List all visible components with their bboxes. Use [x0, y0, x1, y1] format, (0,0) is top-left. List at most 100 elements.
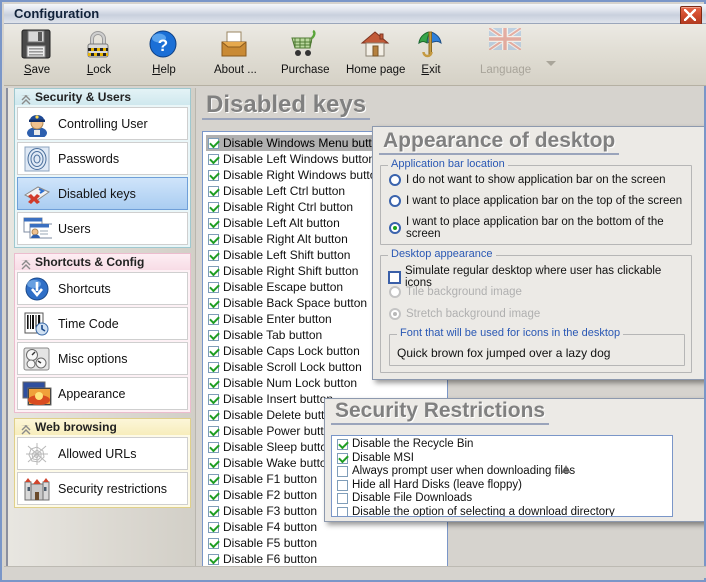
sidebar-item-label: Time Code	[58, 317, 119, 331]
app-bar-location-option-1[interactable]: I do not want to show application bar on…	[389, 174, 687, 186]
checkbox-box[interactable]	[208, 170, 219, 181]
checkbox-row[interactable]: Hide all Hard Disks (leave floppy)	[335, 479, 672, 493]
radio-button[interactable]	[389, 174, 401, 186]
card-box-icon	[218, 28, 252, 62]
checkbox-row[interactable]: Disable MSI	[335, 452, 672, 466]
checkbox-box[interactable]	[208, 154, 219, 165]
sidebar-item-controlling-user[interactable]: Controlling User	[17, 107, 188, 140]
sidebar-group-spacer	[8, 508, 195, 513]
checkbox-box[interactable]	[337, 439, 348, 450]
checkbox-box[interactable]	[337, 480, 348, 491]
castle-icon	[22, 476, 52, 502]
checkbox-box[interactable]	[208, 218, 219, 229]
checkbox-box[interactable]	[208, 490, 219, 501]
checkbox-label: Disable the option of selecting a downlo…	[352, 506, 615, 518]
checkbox-box[interactable]	[208, 330, 219, 341]
checkbox-row[interactable]: Always prompt user when downloading file…	[335, 465, 672, 479]
checkbox-label: Disable Right Windows button	[223, 167, 383, 183]
checkbox-box[interactable]	[208, 362, 219, 373]
umbrella-icon	[414, 28, 448, 62]
fingerprint-icon	[22, 146, 52, 172]
chevron-up-icon	[21, 423, 30, 432]
toolbar-button-exit[interactable]: Exit	[414, 27, 448, 83]
icon-font-sample: Quick brown fox jumped over a lazy dog	[395, 345, 612, 361]
radio-label: I do not want to show application bar on…	[406, 174, 666, 186]
checkbox-box[interactable]	[208, 266, 219, 277]
sidebar-item-security-restrictions[interactable]: Security restrictions	[17, 472, 188, 505]
checkbox-box[interactable]	[208, 522, 219, 533]
language-dropdown-caret-icon[interactable]	[546, 61, 556, 66]
checkbox-box[interactable]	[208, 186, 219, 197]
checkbox-row[interactable]: Disable the Recycle Bin	[335, 438, 672, 452]
sidebar-group-title: Shortcuts & Config	[35, 255, 144, 269]
checkbox-label: Disable Left Ctrl button	[223, 183, 345, 199]
checkbox-box[interactable]	[208, 234, 219, 245]
checkbox-row[interactable]: Disable the option of selecting a downlo…	[335, 506, 672, 518]
simulate-desktop-checkbox-box	[388, 271, 401, 284]
checkbox-box[interactable]	[208, 410, 219, 421]
sidebar-item-label: Appearance	[58, 387, 125, 401]
sidebar-item-misc-options[interactable]: Misc options	[17, 342, 188, 375]
sidebar-group-header[interactable]: Web browsing	[14, 418, 191, 435]
toolbar-button-label: About ...	[214, 64, 257, 76]
toolbar-button-label: Home page	[346, 64, 405, 76]
sidebar-group-items: Allowed URLsSecurity restrictions	[14, 435, 191, 508]
checkbox-box[interactable]	[208, 250, 219, 261]
checkbox-label: Disable File Downloads	[352, 492, 472, 506]
toolbar-button-home-page[interactable]: Home page	[346, 27, 405, 83]
sidebar-item-disabled-keys[interactable]: Disabled keys	[17, 177, 188, 210]
checkbox-label: Disable F5 button	[223, 535, 317, 551]
radio-button[interactable]	[389, 195, 401, 207]
security-restrictions-list[interactable]: Disable the Recycle BinDisable MSIAlways…	[331, 435, 673, 517]
checkbox-row[interactable]: Disable F5 button	[206, 535, 447, 551]
toolbar-button-about[interactable]: About ...	[214, 27, 257, 83]
toolbar-button-lock[interactable]: Lock	[82, 27, 116, 83]
sidebar-item-appearance[interactable]: Appearance	[17, 377, 188, 410]
checkbox-box[interactable]	[337, 453, 348, 464]
checkbox-box[interactable]	[208, 426, 219, 437]
sidebar-group-header[interactable]: Security & Users	[14, 88, 191, 105]
checkbox-box[interactable]	[208, 282, 219, 293]
checkbox-box[interactable]	[208, 538, 219, 549]
toolbar-button-purchase[interactable]: Purchase	[281, 27, 330, 83]
close-icon[interactable]	[680, 6, 702, 25]
app-bar-location-option-3[interactable]: I want to place application bar on the b…	[389, 216, 687, 240]
radio-button[interactable]	[389, 222, 401, 234]
checkbox-box[interactable]	[208, 202, 219, 213]
sidebar-item-passwords[interactable]: Passwords	[17, 142, 188, 175]
sidebar-item-allowed-urls[interactable]: Allowed URLs	[17, 437, 188, 470]
checkbox-box[interactable]	[208, 474, 219, 485]
checkbox-box[interactable]	[208, 458, 219, 469]
uk-flag-icon	[489, 28, 523, 62]
sidebar-group-shortcuts-config: Shortcuts & Config Shortcuts Time Code Misc…	[14, 253, 191, 413]
toolbar-button-save[interactable]: Save	[20, 27, 54, 83]
app-bar-location-option-2[interactable]: I want to place application bar on the t…	[389, 195, 687, 207]
checkbox-box[interactable]	[337, 466, 348, 477]
checkbox-box[interactable]	[208, 554, 219, 565]
sidebar-item-shortcuts[interactable]: Shortcuts	[17, 272, 188, 305]
title-bar: Configuration	[4, 4, 706, 24]
checkbox-box[interactable]	[208, 314, 219, 325]
toolbar-button-language: Language	[480, 27, 531, 83]
checkbox-row[interactable]: Disable F6 button	[206, 551, 447, 567]
checkbox-label: Disable Enter button	[223, 311, 332, 327]
checkbox-box[interactable]	[208, 378, 219, 389]
checkbox-box[interactable]	[208, 298, 219, 309]
checkbox-box[interactable]	[208, 442, 219, 453]
checkbox-box[interactable]	[208, 394, 219, 405]
sidebar-item-time-code[interactable]: Time Code	[17, 307, 188, 340]
checkbox-box[interactable]	[337, 493, 348, 504]
toolbar-button-label: Help	[152, 64, 176, 76]
checkbox-label: Disable Right Alt button	[223, 231, 348, 247]
checkbox-box[interactable]	[208, 138, 219, 149]
checkbox-box[interactable]	[208, 346, 219, 357]
checkbox-box[interactable]	[337, 507, 348, 517]
checkbox-box[interactable]	[208, 506, 219, 517]
sidebar-item-users[interactable]: Users	[17, 212, 188, 245]
checkbox-row[interactable]: Disable File Downloads	[335, 492, 672, 506]
navigation-sidebar: Security & Users Controlling UserPassword…	[6, 88, 196, 578]
toolbar-button-help[interactable]: ?Help	[147, 27, 181, 83]
spider-web-icon	[22, 441, 52, 467]
checkbox-label: Disable Right Shift button	[223, 263, 358, 279]
sidebar-group-header[interactable]: Shortcuts & Config	[14, 253, 191, 270]
